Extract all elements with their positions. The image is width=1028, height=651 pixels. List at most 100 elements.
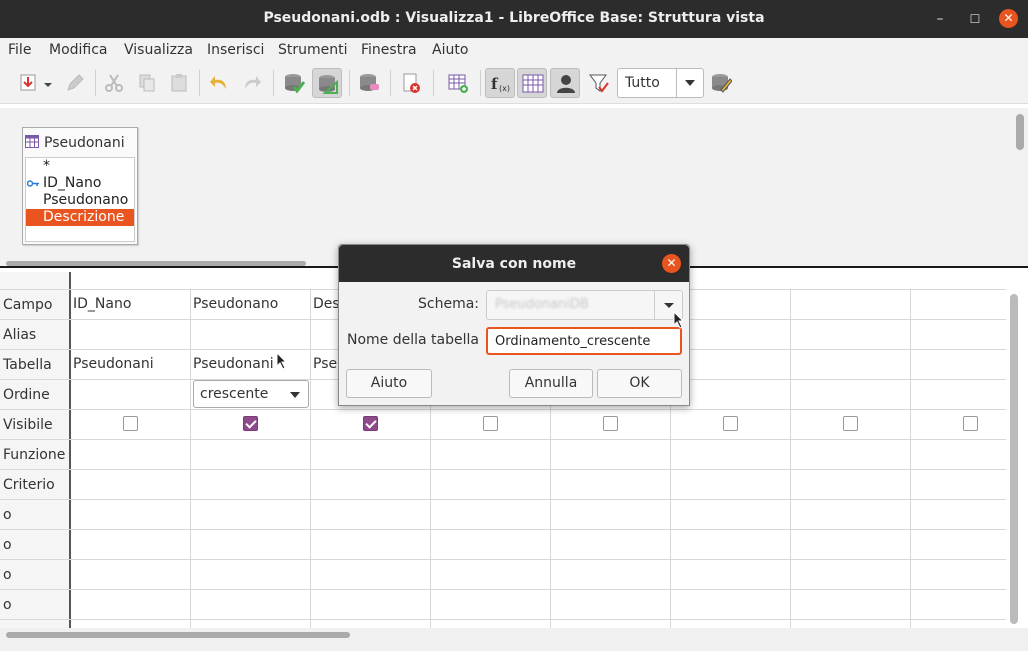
menu-inserisci[interactable]: Inserisci xyxy=(207,42,264,58)
grid-horizontal-scrollbar[interactable] xyxy=(6,632,350,638)
field-list: * ID_Nano Pseudonano Descrizione xyxy=(25,157,135,242)
database-design-icon xyxy=(319,75,338,94)
add-table-button[interactable] xyxy=(443,68,473,98)
cell-tabella-2[interactable]: Pseudonani xyxy=(193,356,274,372)
clipboard-icon xyxy=(171,74,187,92)
distinct-filter-button[interactable] xyxy=(584,68,614,98)
cell-tabella-3[interactable]: Pse xyxy=(313,356,337,372)
cell-campo-3[interactable]: Des xyxy=(313,296,340,312)
cell-campo-2[interactable]: Pseudonano xyxy=(193,296,278,312)
table-area-vertical-scrollbar[interactable] xyxy=(1016,114,1024,150)
visible-checkbox-2[interactable] xyxy=(243,416,258,431)
schema-label: Schema: xyxy=(418,296,480,312)
limit-select[interactable]: Tutto xyxy=(617,68,704,98)
function-icon: f (x) xyxy=(491,75,510,93)
minimize-button[interactable]: – xyxy=(930,9,950,29)
cell-tabella-1[interactable]: Pseudonani xyxy=(73,356,154,372)
run-query-button[interactable] xyxy=(279,68,309,98)
schema-select[interactable]: PseudonaniDB xyxy=(486,290,683,320)
sort-order-select[interactable]: crescente xyxy=(193,380,309,408)
primary-key-icon xyxy=(27,180,39,187)
menu-aiuto[interactable]: Aiuto xyxy=(432,42,468,58)
visible-checkbox-3[interactable] xyxy=(363,416,378,431)
visible-checkbox-6[interactable] xyxy=(723,416,738,431)
scissors-icon xyxy=(105,74,123,92)
undo-button[interactable] xyxy=(205,68,235,98)
ok-button[interactable]: OK xyxy=(597,369,682,398)
row-label-or-3: o xyxy=(3,567,12,583)
database-eraser-icon xyxy=(360,74,379,91)
row-label-or-4: o xyxy=(3,597,12,613)
save-arrow-icon xyxy=(20,74,36,91)
chevron-down-icon xyxy=(44,83,52,87)
help-button[interactable]: Aiuto xyxy=(346,369,432,398)
menu-strumenti[interactable]: Strumenti xyxy=(278,42,348,58)
maximize-button[interactable]: ☐ xyxy=(965,9,985,29)
toolbar-separator xyxy=(433,70,434,96)
visible-checkbox-5[interactable] xyxy=(603,416,618,431)
field-item-descrizione[interactable]: Descrizione xyxy=(26,209,134,226)
table-name-label: Nome della tabella xyxy=(347,332,479,348)
save-as-dialog: Salva con nome ✕ Schema: PseudonaniDB No… xyxy=(338,244,690,406)
redo-icon xyxy=(245,76,261,89)
toolbar-separator xyxy=(199,70,200,96)
field-item-all[interactable]: * xyxy=(26,158,134,175)
cancel-button[interactable]: Annulla xyxy=(509,369,593,398)
close-window-button[interactable]: ✕ xyxy=(999,9,1018,28)
cell-campo-1[interactable]: ID_Nano xyxy=(73,296,131,312)
grid-line xyxy=(190,289,191,630)
redo-button[interactable] xyxy=(237,68,267,98)
field-item-label: ID_Nano xyxy=(43,175,102,191)
table-window-pseudonani[interactable]: Pseudonani * ID_Nano Pseudonano Descrizi… xyxy=(22,127,138,245)
visible-checkbox-1[interactable] xyxy=(123,416,138,431)
menu-file[interactable]: File xyxy=(8,42,31,58)
row-label-campo: Campo xyxy=(3,297,53,313)
visible-checkbox-4[interactable] xyxy=(483,416,498,431)
limit-select-value: Tutto xyxy=(625,75,660,91)
table-name-input[interactable] xyxy=(488,329,680,353)
svg-text:(x): (x) xyxy=(499,84,510,93)
menu-visualizza[interactable]: Visualizza xyxy=(124,42,193,58)
dialog-title: Salva con nome xyxy=(451,256,577,272)
row-label-tabella: Tabella xyxy=(3,357,52,373)
paste-button[interactable] xyxy=(164,68,194,98)
alias-toggle-button[interactable] xyxy=(550,68,580,98)
grid-vertical-scrollbar[interactable] xyxy=(1010,294,1018,624)
edit-button[interactable] xyxy=(60,68,90,98)
visible-checkbox-8[interactable] xyxy=(963,416,978,431)
person-icon xyxy=(557,75,575,93)
field-item-id-nano[interactable]: ID_Nano xyxy=(26,175,134,192)
table-name-field-wrapper xyxy=(486,327,682,355)
copy-button[interactable] xyxy=(132,68,162,98)
functions-toggle-button[interactable]: f (x) xyxy=(485,68,515,98)
table-grid-icon xyxy=(522,74,544,93)
row-label-visibile: Visibile xyxy=(3,417,53,433)
visible-checkbox-7[interactable] xyxy=(843,416,858,431)
menu-finestra[interactable]: Finestra xyxy=(361,42,417,58)
row-label-criterio: Criterio xyxy=(3,477,55,493)
row-label-or-1: o xyxy=(3,507,12,523)
design-view-toggle-button[interactable] xyxy=(312,68,342,98)
dialog-titlebar: Salva con nome ✕ xyxy=(339,245,689,282)
table-window-header[interactable]: Pseudonani xyxy=(23,128,137,156)
sql-direct-button[interactable] xyxy=(706,68,736,98)
mouse-pointer-icon xyxy=(673,311,685,329)
cut-button[interactable] xyxy=(99,68,129,98)
chevron-down-icon[interactable] xyxy=(676,69,703,97)
save-dropdown-button[interactable] xyxy=(40,68,56,98)
menu-modifica[interactable]: Modifica xyxy=(49,42,108,58)
grid-line xyxy=(0,559,1006,560)
grid-line xyxy=(0,469,1006,470)
toolbar-separator xyxy=(390,70,391,96)
dialog-close-button[interactable]: ✕ xyxy=(662,254,681,273)
clear-query-button[interactable] xyxy=(354,68,384,98)
table-area-horizontal-scrollbar[interactable] xyxy=(6,261,306,266)
grid-line xyxy=(0,529,1006,530)
grid-line xyxy=(790,289,791,630)
row-label-ordine: Ordine xyxy=(3,387,50,403)
close-design-button[interactable] xyxy=(396,68,426,98)
grid-line xyxy=(0,499,1006,500)
table-name-toggle-button[interactable] xyxy=(517,68,547,98)
field-item-pseudonano[interactable]: Pseudonano xyxy=(26,192,134,209)
table-add-icon xyxy=(448,74,468,93)
